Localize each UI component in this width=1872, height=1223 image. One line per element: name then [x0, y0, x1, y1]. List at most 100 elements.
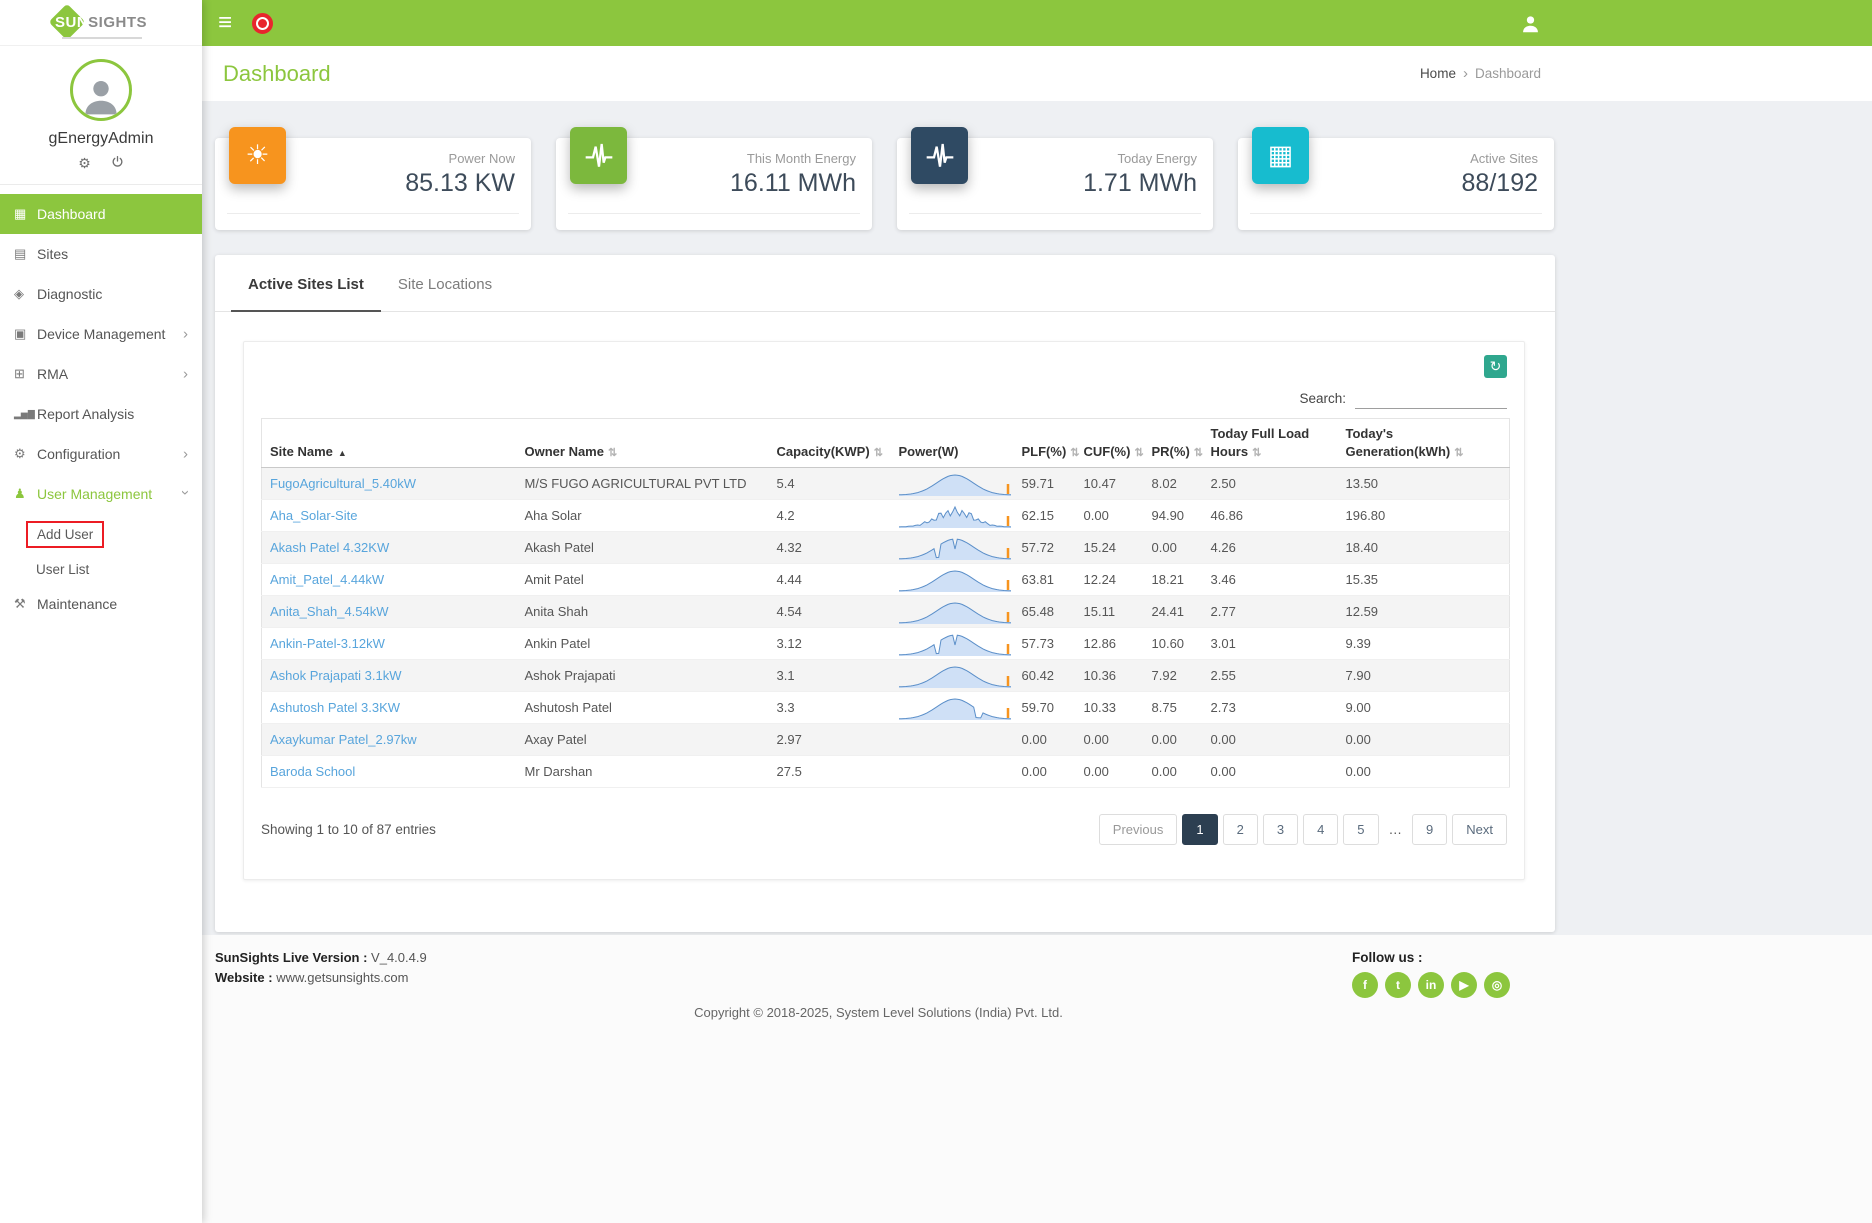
- page-button-1[interactable]: 1: [1182, 814, 1217, 845]
- page-button-2[interactable]: 2: [1223, 814, 1258, 845]
- diagnostic-icon: ◈: [14, 286, 37, 302]
- next-page-button[interactable]: Next: [1452, 814, 1507, 845]
- facebook-icon[interactable]: f: [1352, 972, 1378, 998]
- column-header-plf[interactable]: PLF(%)⇅: [1014, 419, 1076, 468]
- owner-name-cell: Ankin Patel: [517, 628, 769, 660]
- sidebar-item-configuration[interactable]: ⚙Configuration›: [0, 434, 202, 474]
- tab-active-sites-list[interactable]: Active Sites List: [231, 255, 381, 311]
- menu-toggle-icon[interactable]: ≡: [218, 11, 232, 35]
- table-body: FugoAgricultural_5.40kWM/S FUGO AGRICULT…: [262, 468, 1510, 788]
- person-icon: [79, 74, 123, 118]
- sidebar-item-label: User List: [36, 562, 89, 577]
- site-name-link[interactable]: Anita_Shah_4.54kW: [270, 604, 389, 619]
- brand-name-secondary: SIGHTS: [88, 14, 147, 31]
- sidebar-item-label: RMA: [37, 366, 68, 382]
- refresh-button[interactable]: ↻: [1484, 355, 1507, 378]
- table-row: Ankin-Patel-3.12kWAnkin Patel3.1257.7312…: [262, 628, 1510, 660]
- settings-gear-icon[interactable]: ⚙: [78, 156, 91, 170]
- column-header-capacity-kwp[interactable]: Capacity(KWP)⇅: [769, 419, 891, 468]
- table-header-row: Site Name▲Owner Name⇅Capacity(KWP)⇅Power…: [262, 419, 1510, 468]
- sites-grid-icon: ▦: [1252, 127, 1309, 184]
- column-header-owner-name[interactable]: Owner Name⇅: [517, 419, 769, 468]
- sidebar-item-rma[interactable]: ⊞RMA›: [0, 354, 202, 394]
- sidebar-item-label: Configuration: [37, 446, 120, 462]
- plf-cell: 60.42: [1014, 660, 1076, 692]
- generation-cell: 0.00: [1338, 724, 1510, 756]
- column-header-pr[interactable]: PR(%)⇅: [1144, 419, 1203, 468]
- site-name-link[interactable]: Ashutosh Patel 3.3KW: [270, 700, 400, 715]
- twitter-icon[interactable]: t: [1385, 972, 1411, 998]
- capacity-cell: 4.2: [769, 500, 891, 532]
- page-button-9[interactable]: 9: [1412, 814, 1447, 845]
- full-load-hours-cell: 46.86: [1203, 500, 1338, 532]
- sidebar-item-diagnostic[interactable]: ◈Diagnostic: [0, 274, 202, 314]
- sidebar-item-dashboard[interactable]: ▦Dashboard: [0, 194, 202, 234]
- tab-site-locations[interactable]: Site Locations: [381, 255, 509, 311]
- site-name-link[interactable]: Aha_Solar-Site: [270, 508, 357, 523]
- column-header-site-name[interactable]: Site Name▲: [262, 419, 517, 468]
- site-name-link[interactable]: Baroda School: [270, 764, 355, 779]
- cuf-cell: 12.24: [1076, 564, 1144, 596]
- pr-cell: 24.41: [1144, 596, 1203, 628]
- site-name-link[interactable]: Amit_Patel_4.44kW: [270, 572, 384, 587]
- website-link[interactable]: www.getsunsights.com: [276, 970, 408, 985]
- breadcrumb-home-link[interactable]: Home: [1420, 66, 1456, 81]
- sidebar-item-device-management[interactable]: ▣Device Management›: [0, 314, 202, 354]
- power-sparkline: [891, 532, 1014, 564]
- generation-cell: 9.39: [1338, 628, 1510, 660]
- pr-cell: 94.90: [1144, 500, 1203, 532]
- sidebar-item-report-analysis[interactable]: ▂▅▇Report Analysis: [0, 394, 202, 434]
- site-name-link[interactable]: FugoAgricultural_5.40kW: [270, 476, 416, 491]
- pagination: Previous12345…9Next: [1099, 814, 1507, 845]
- capacity-cell: 3.3: [769, 692, 891, 724]
- sidebar-item-user-management[interactable]: ♟User Management›: [0, 474, 202, 514]
- pr-cell: 0.00: [1144, 724, 1203, 756]
- owner-name-cell: Ashutosh Patel: [517, 692, 769, 724]
- user-panel: gEnergyAdmin ⚙: [0, 46, 202, 185]
- stat-label: Active Sites: [1338, 151, 1538, 166]
- sidebar-item-add-user[interactable]: Add User: [0, 514, 202, 555]
- generation-cell: 7.90: [1338, 660, 1510, 692]
- sidebar-item-maintenance[interactable]: ⚒Maintenance: [0, 584, 202, 624]
- search-input[interactable]: [1355, 387, 1507, 409]
- column-header-today-s-generation-kwh[interactable]: Today's Generation(kWh)⇅: [1338, 419, 1510, 468]
- social-row: ftin ▶ ◎: [1352, 972, 1510, 998]
- sidebar: SUNSIGHTS gEnergyAdmin ⚙ ▦Dashboard▤Site…: [0, 0, 202, 1223]
- logout-power-icon[interactable]: [111, 155, 124, 170]
- active-sites-table: Site Name▲Owner Name⇅Capacity(KWP)⇅Power…: [261, 418, 1510, 788]
- rma-icon: ⊞: [14, 366, 37, 382]
- site-name-link[interactable]: Akash Patel 4.32KW: [270, 540, 389, 555]
- column-header-cuf[interactable]: CUF(%)⇅: [1076, 419, 1144, 468]
- alerts-icon[interactable]: [252, 13, 273, 34]
- site-name-link[interactable]: Ashok Prajapati 3.1kW: [270, 668, 402, 683]
- sites-icon: ▤: [14, 246, 37, 262]
- page-button-5[interactable]: 5: [1343, 814, 1378, 845]
- plf-cell: 59.71: [1014, 468, 1076, 500]
- plf-cell: 0.00: [1014, 724, 1076, 756]
- column-header-power-w[interactable]: Power(W): [891, 419, 1014, 468]
- page-button-4[interactable]: 4: [1303, 814, 1338, 845]
- table-info: Showing 1 to 10 of 87 entries: [261, 822, 436, 837]
- cuf-cell: 0.00: [1076, 500, 1144, 532]
- linkedin-icon[interactable]: in: [1418, 972, 1444, 998]
- column-header-today-full-load-hours[interactable]: Today Full Load Hours⇅: [1203, 419, 1338, 468]
- sidebar-item-user-list[interactable]: User List: [0, 555, 202, 584]
- power-sparkline: [891, 756, 1014, 788]
- pr-cell: 18.21: [1144, 564, 1203, 596]
- site-name-link[interactable]: Ankin-Patel-3.12kW: [270, 636, 385, 651]
- page-button-3[interactable]: 3: [1263, 814, 1298, 845]
- brand-logo[interactable]: SUNSIGHTS: [0, 0, 202, 46]
- sidebar-item-label: Device Management: [37, 326, 165, 342]
- stat-label: Power Now: [315, 151, 515, 166]
- site-name-link[interactable]: Axaykumar Patel_2.97kw: [270, 732, 417, 747]
- previous-page-button[interactable]: Previous: [1099, 814, 1178, 845]
- generation-cell: 15.35: [1338, 564, 1510, 596]
- power-sparkline-chart: [899, 599, 1011, 625]
- sidebar-item-sites[interactable]: ▤Sites: [0, 234, 202, 274]
- youtube-icon[interactable]: ▶: [1451, 972, 1477, 998]
- instagram-icon[interactable]: ◎: [1484, 972, 1510, 998]
- full-load-hours-cell: 0.00: [1203, 756, 1338, 788]
- pr-cell: 0.00: [1144, 756, 1203, 788]
- capacity-cell: 2.97: [769, 724, 891, 756]
- user-menu-icon[interactable]: [1520, 13, 1541, 34]
